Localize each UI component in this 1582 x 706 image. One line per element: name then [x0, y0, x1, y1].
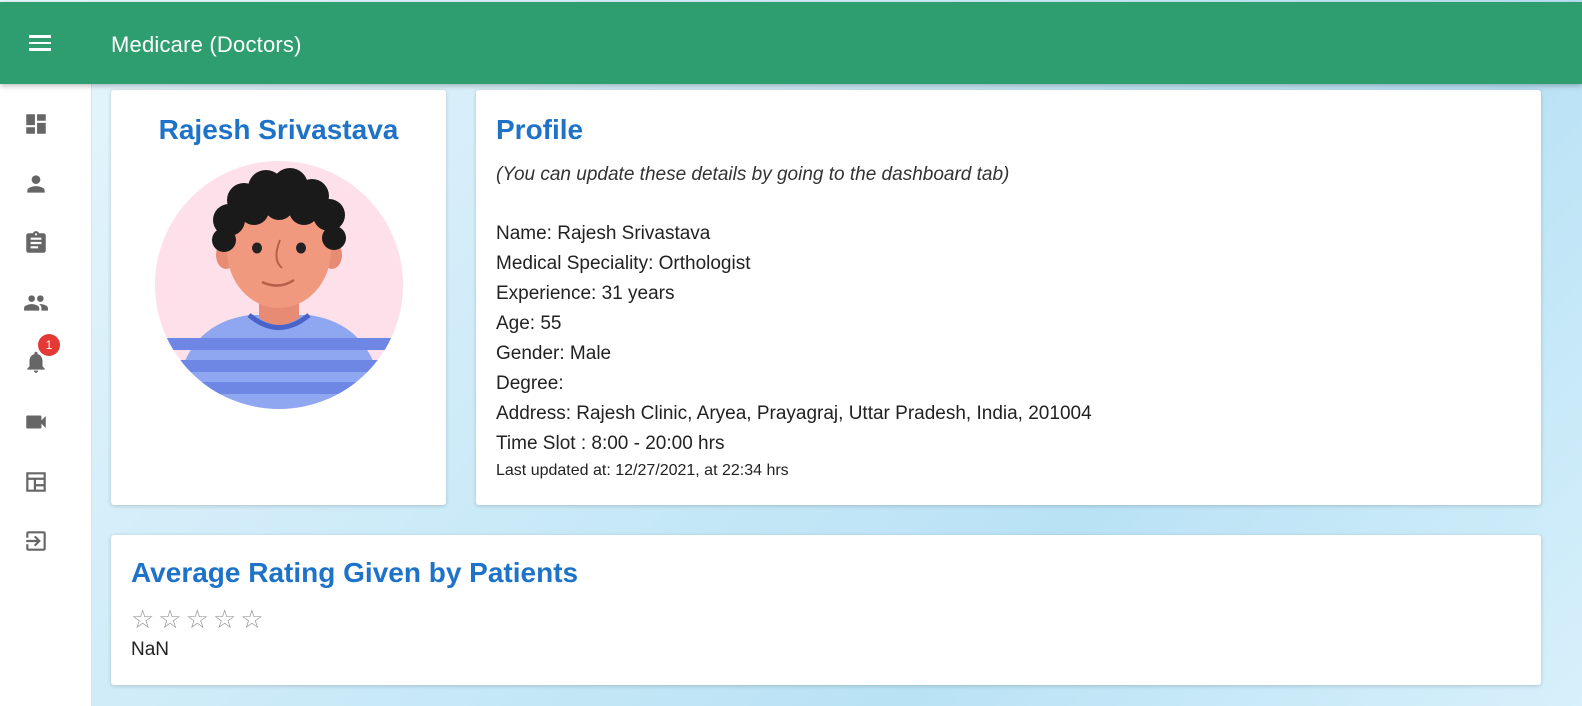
sidebar-item-dashboard[interactable] [18, 106, 54, 142]
sidebar-item-logout[interactable] [18, 523, 54, 559]
detail-degree: Degree: [496, 373, 564, 394]
people-icon [24, 295, 48, 311]
app-root: Medicare (Doctors) 1 Rajesh Srivastava P… [0, 0, 1582, 706]
detail-speciality: Medical Speciality: Orthologist [496, 253, 751, 274]
clipboard-icon [26, 231, 46, 253]
videocam-icon [26, 415, 46, 429]
sidebar: 1 [0, 84, 92, 706]
star-icon[interactable]: ☆ [186, 604, 209, 634]
rating-card: Average Rating Given by Patients ☆ ☆ ☆ ☆… [111, 535, 1541, 685]
star-icon[interactable]: ☆ [240, 604, 263, 634]
sidebar-item-schedule[interactable] [18, 464, 54, 500]
profile-heading: Profile [496, 114, 584, 145]
rating-heading: Average Rating Given by Patients [131, 557, 579, 588]
star-icon[interactable]: ☆ [158, 604, 181, 634]
dashboard-icon [26, 114, 46, 134]
rating-value: NaN [131, 639, 170, 660]
sidebar-item-appointments[interactable] [18, 225, 54, 261]
star-icon[interactable]: ☆ [213, 604, 236, 634]
sidebar-item-video[interactable] [18, 404, 54, 440]
star-rating[interactable]: ☆ ☆ ☆ ☆ ☆ [131, 604, 264, 634]
menu-icon[interactable] [22, 28, 58, 58]
detail-address: Address: Rajesh Clinic, Aryea, Prayagraj… [496, 403, 1092, 424]
calendar-view-icon [26, 472, 46, 492]
sidebar-item-patients[interactable] [18, 285, 54, 321]
sidebar-item-profile[interactable] [18, 166, 54, 202]
doctor-name: Rajesh Srivastava [158, 114, 399, 145]
profile-card: Profile (You can update these details by… [476, 90, 1541, 505]
app-title: Medicare (Doctors) [111, 32, 302, 57]
doctor-card: Rajesh Srivastava [111, 90, 446, 505]
detail-time-slot: Time Slot : 8:00 - 20:00 hrs [496, 433, 725, 454]
detail-experience: Experience: 31 years [496, 283, 675, 304]
app-bar: Medicare (Doctors) [0, 2, 1582, 84]
profile-note: (You can update these details by going t… [496, 164, 1010, 185]
detail-age: Age: 55 [496, 313, 562, 334]
star-icon[interactable]: ☆ [131, 604, 154, 634]
logout-icon [26, 531, 46, 551]
detail-gender: Gender: Male [496, 343, 612, 364]
doctor-avatar [155, 161, 403, 409]
profile-details: Name: Rajesh Srivastava Medical Speciali… [496, 222, 1092, 462]
last-updated: Last updated at: 12/27/2021, at 22:34 hr… [496, 462, 789, 479]
sidebar-item-notifications[interactable]: 1 [18, 334, 60, 380]
detail-name: Name: Rajesh Srivastava [496, 223, 711, 244]
person-icon [27, 175, 45, 193]
notification-badge: 1 [38, 334, 60, 356]
